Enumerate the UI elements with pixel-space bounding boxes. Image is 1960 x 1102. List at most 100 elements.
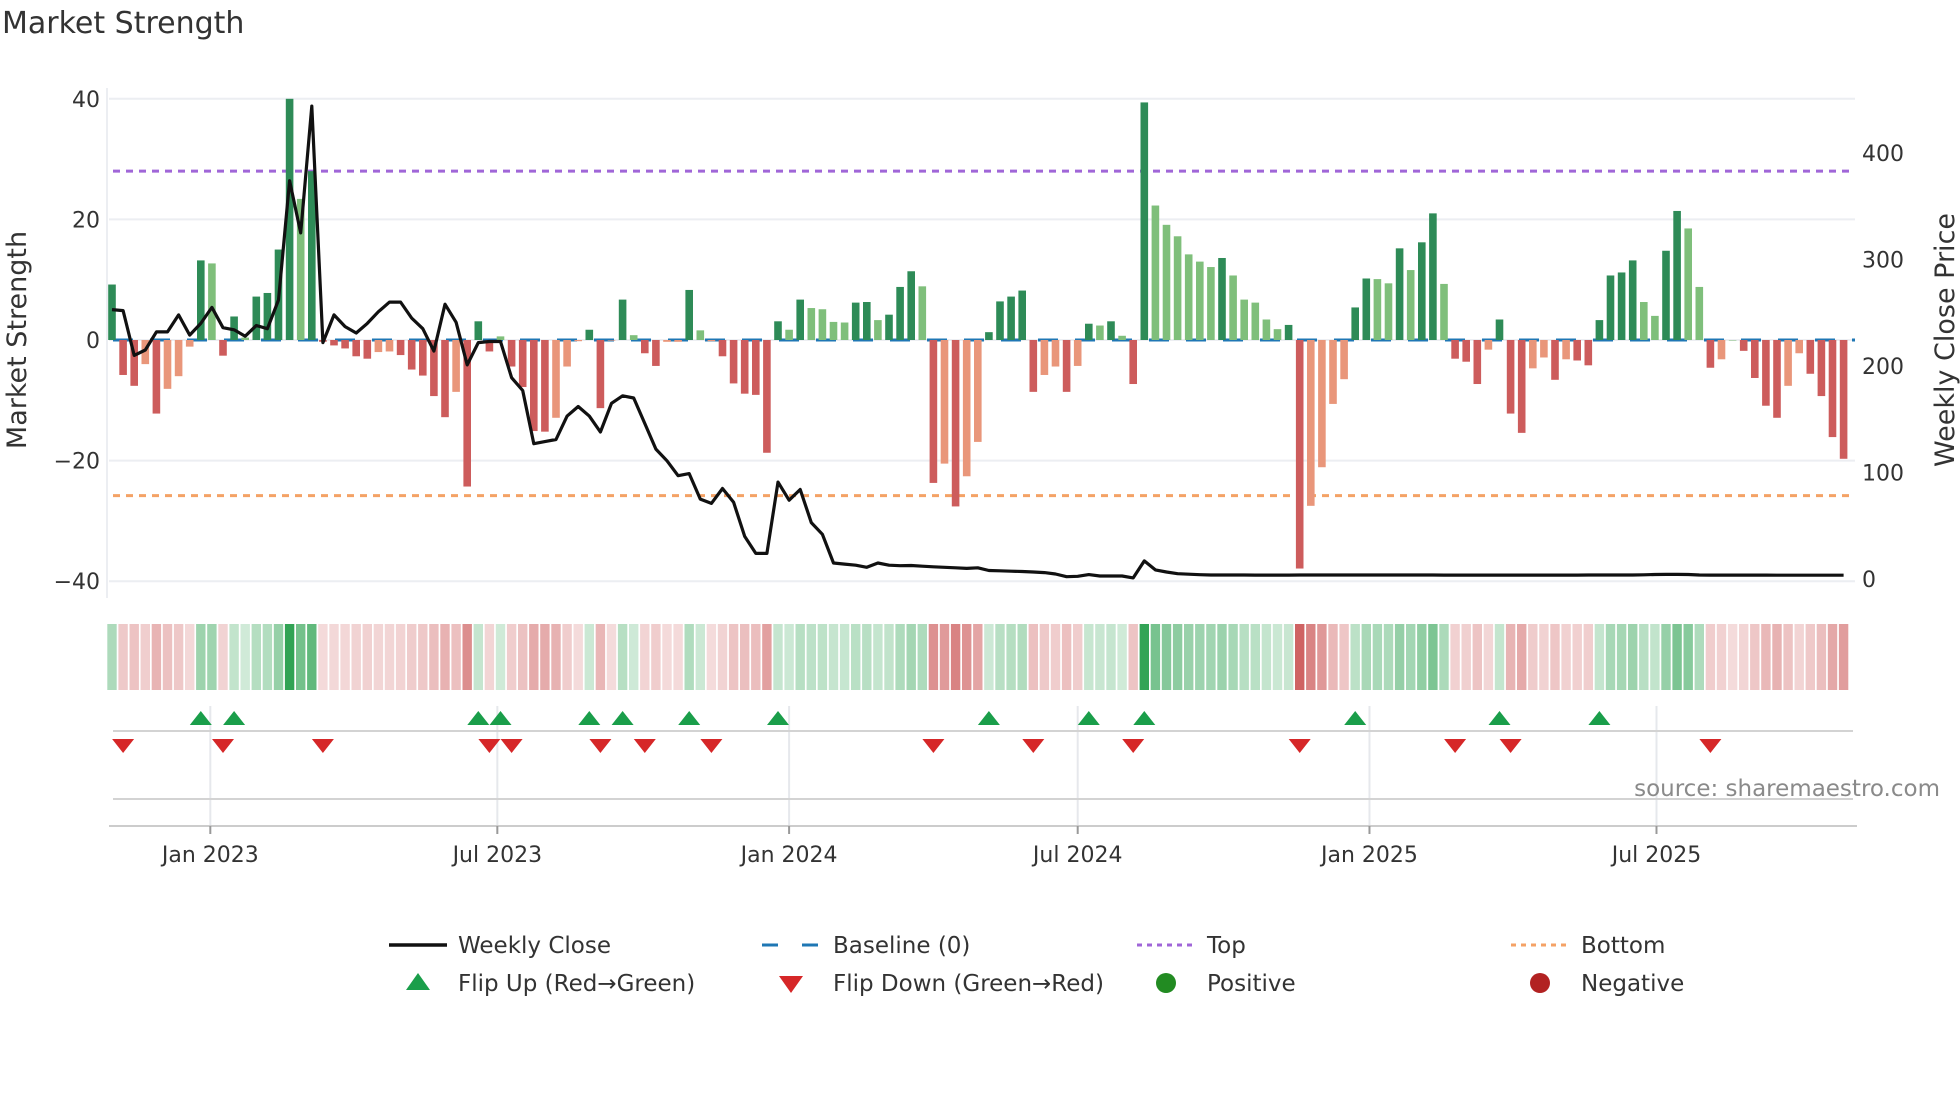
legend-negative-icon [1530, 973, 1550, 993]
strength-bar [1784, 340, 1792, 386]
strength-bar [241, 337, 249, 340]
strength-heat-cell [240, 624, 250, 690]
strength-heat-cell [1228, 624, 1238, 690]
strength-heat-cell [562, 624, 572, 690]
strength-heat-cell [606, 624, 617, 690]
flip-down-marker [1288, 739, 1311, 753]
x-tick-label: Jan 2023 [160, 843, 259, 868]
strength-bar [1695, 286, 1704, 340]
strength-bar [1440, 283, 1448, 340]
flip-up-marker [467, 711, 490, 725]
strength-bar [1384, 283, 1393, 340]
strength-bar [119, 340, 127, 375]
strength-heat-cell [1217, 624, 1227, 690]
strength-heat-cell [573, 624, 583, 690]
strength-bar [1295, 340, 1304, 569]
strength-bar [707, 340, 716, 342]
market-strength-chart: 40200−20−404003002001000Market Strength W… [2, 88, 1960, 997]
strength-bar [863, 302, 871, 340]
strength-heat-cell [895, 624, 905, 690]
strength-bar [1529, 340, 1537, 369]
legend-label: Negative [1581, 971, 1684, 997]
strength-bar [929, 340, 938, 483]
strength-heat-cell [151, 624, 162, 690]
strength-heat-cell [1694, 624, 1704, 690]
strength-bar [1406, 270, 1415, 340]
strength-bar [507, 340, 516, 367]
strength-bar [907, 271, 915, 340]
strength-bar [1506, 340, 1515, 414]
strength-heat-cell [1039, 624, 1050, 690]
strength-heat-cell [1417, 624, 1427, 690]
strength-bar [574, 340, 582, 342]
strength-heat-cell [1272, 624, 1283, 690]
strength-bar [1029, 340, 1038, 392]
strength-heat-cell [373, 624, 384, 690]
strength-heat-cell [873, 624, 883, 690]
strength-heat-cell [1816, 624, 1827, 690]
strength-heat-cell [651, 624, 661, 690]
strength-bar [552, 340, 560, 418]
strength-heat-cell [440, 624, 450, 690]
strength-bar [951, 340, 960, 507]
flip-up-marker [1133, 711, 1156, 725]
strength-heat-cell [1394, 624, 1405, 690]
strength-heat-cell [817, 624, 828, 690]
strength-bar [407, 340, 416, 370]
strength-bar [1462, 340, 1470, 362]
strength-bar [563, 340, 571, 367]
strength-bar [1717, 340, 1726, 360]
flip-down-marker [700, 739, 723, 753]
flip-down-marker [1444, 739, 1467, 753]
strength-heat-cell [1716, 624, 1727, 690]
strength-heat-cell [995, 624, 1005, 690]
strength-heat-cell [1206, 624, 1216, 690]
strength-heat-cell [351, 624, 361, 690]
strength-heat-cell [429, 624, 439, 690]
strength-heat-cell [1361, 624, 1371, 690]
strength-bar [1429, 213, 1437, 340]
strength-bar [341, 340, 349, 349]
flip-down-marker [311, 739, 334, 753]
flip-up-marker [977, 711, 1000, 725]
strength-heat-cell [384, 624, 395, 690]
strength-bar [1584, 340, 1593, 366]
strength-heat-cell [162, 624, 173, 690]
legend-flip-down-icon [779, 976, 803, 993]
strength-heat-cell [1772, 624, 1782, 690]
strength-heat-cell [1350, 624, 1360, 690]
strength-bar [1684, 228, 1692, 340]
flip-up-marker [189, 711, 212, 725]
strength-bar [1184, 254, 1193, 340]
strength-bar [452, 340, 460, 392]
strength-heat-cell [973, 624, 983, 690]
strength-heat-cell [362, 624, 372, 690]
strength-bar [1140, 102, 1149, 340]
strength-bar [1129, 340, 1137, 385]
strength-bar [829, 321, 838, 340]
strength-heat-cell [851, 624, 861, 690]
legend-label: Weekly Close [458, 933, 611, 959]
strength-bar [1595, 320, 1604, 340]
x-tick-label: Jul 2023 [451, 843, 543, 868]
strength-bar [1318, 340, 1326, 468]
strength-bar [474, 321, 483, 340]
y2-tick-label: 300 [1862, 249, 1904, 274]
strength-bar [419, 340, 427, 376]
strength-heat-cell [1650, 624, 1660, 690]
strength-heat-cell [740, 624, 750, 690]
strength-heat-cell [1073, 624, 1083, 690]
strength-bar [996, 301, 1004, 340]
strength-heat-cell [1128, 624, 1138, 690]
strength-bar [1262, 319, 1271, 340]
strength-heat-cell [1283, 624, 1294, 690]
strength-bar [641, 340, 649, 354]
strength-bar [840, 322, 849, 340]
legend-label: Bottom [1581, 933, 1665, 959]
legend-label: Baseline (0) [833, 933, 970, 959]
strength-bar [729, 340, 738, 384]
strength-bar [1040, 340, 1049, 375]
strength-bar [1073, 340, 1082, 366]
strength-heat-cell [795, 624, 805, 690]
strength-bar [885, 314, 893, 340]
